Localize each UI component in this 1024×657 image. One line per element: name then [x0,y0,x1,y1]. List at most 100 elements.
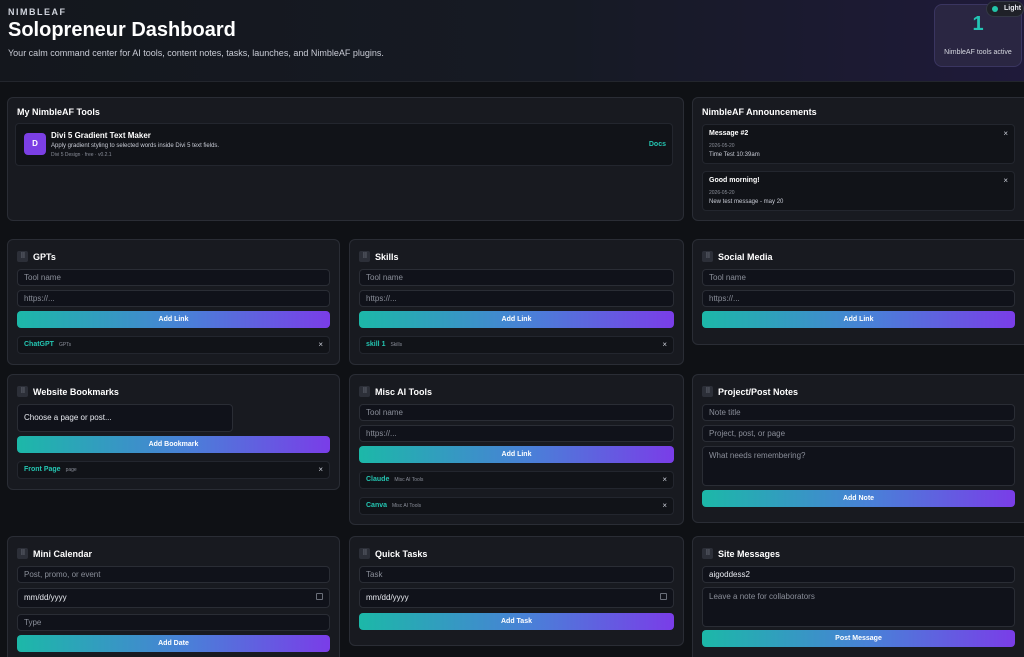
drag-handle-icon[interactable]: ⠿ [17,386,28,397]
announcement-date: 2026-05-20 [709,190,735,196]
misc-ai-tools-card: ⠿ Misc AI Tools Tool name https://... Ad… [349,374,684,525]
announcements-title: NimbleAF Announcements [702,107,817,117]
remove-bookmark-icon[interactable]: × [318,465,323,474]
message-user-input[interactable]: aigoddess2 [702,566,1015,583]
task-date-value: mm/dd/yyyy [366,593,409,602]
gpts-card: ⠿ GPTs Tool name https://... Add Link Ch… [7,239,340,365]
tool-name-input[interactable]: Tool name [359,269,674,286]
skills-card: ⠿ Skills Tool name https://... Add Link … [349,239,684,365]
drag-handle-icon[interactable]: ⠿ [359,386,370,397]
link-item[interactable]: ChatGPT GPTs × [17,336,330,354]
link-name[interactable]: Claude Misc AI Tools [366,476,423,483]
drag-handle-icon[interactable]: ⠿ [17,251,28,262]
quick-tasks-title: Quick Tasks [375,549,428,559]
add-note-button[interactable]: Add Note [702,490,1015,507]
remove-link-icon[interactable]: × [662,501,667,510]
message-textarea[interactable]: Leave a note for collaborators [702,587,1015,627]
add-link-button[interactable]: Add Link [17,311,330,328]
page-title: Solopreneur Dashboard [8,19,236,41]
dismiss-announcement-icon[interactable]: × [1003,129,1008,138]
mini-calendar-title: Mini Calendar [33,549,93,559]
tool-meta: Divi 5 Design · free · v0.2.1 [51,152,112,158]
mini-calendar-card: ⠿ Mini Calendar Post, promo, or event mm… [7,536,340,657]
tool-url-input[interactable]: https://... [359,290,674,307]
announcement-title: Good morning! [709,177,760,184]
link-category: Skills [390,342,403,348]
remove-link-icon[interactable]: × [662,340,667,349]
add-date-button[interactable]: Add Date [17,635,330,652]
website-bookmarks-title: Website Bookmarks [33,387,119,397]
brand-label: NIMBLEAF [8,7,67,17]
link-name[interactable]: skill 1 Skills [366,341,402,348]
misc-ai-tools-title: Misc AI Tools [375,387,433,397]
tool-name: Divi 5 Gradient Text Maker [51,131,151,140]
announcement-body: New test message - may 20 [709,199,784,205]
remove-link-icon[interactable]: × [662,475,667,484]
page-select[interactable]: Choose a page or post... [17,404,233,432]
post-message-button[interactable]: Post Message [702,630,1015,647]
social-media-card: ⠿ Social Media Tool name https://... Add… [692,239,1024,345]
divi-tool-icon: D [24,133,46,155]
project-notes-title: Project/Post Notes [718,387,799,397]
drag-handle-icon[interactable]: ⠿ [359,251,370,262]
site-messages-card: ⠿ Site Messages aigoddess2 Leave a note … [692,536,1024,657]
tool-name-input[interactable]: Tool name [702,269,1015,286]
link-category: Misc AI Tools [394,477,424,483]
bookmark-name[interactable]: Front Page page [24,466,77,473]
add-link-button[interactable]: Add Link [702,311,1015,328]
note-title-input[interactable]: Note title [702,404,1015,421]
note-body-textarea[interactable]: What needs remembering? [702,446,1015,486]
add-task-button[interactable]: Add Task [359,613,674,630]
link-name[interactable]: Canva Misc AI Tools [366,502,421,509]
event-date-input[interactable]: mm/dd/yyyy [17,588,330,608]
add-link-button[interactable]: Add Link [359,446,674,463]
drag-handle-icon[interactable]: ⠿ [17,548,28,559]
tool-url-input[interactable]: https://... [702,290,1015,307]
quick-tasks-card: ⠿ Quick Tasks Task mm/dd/yyyy Add Task [349,536,684,646]
bookmark-item[interactable]: Front Page page × [17,461,330,479]
dashboard-header: NIMBLEAF Solopreneur Dashboard Your calm… [0,0,1024,82]
drag-handle-icon[interactable]: ⠿ [702,386,713,397]
add-bookmark-button[interactable]: Add Bookmark [17,436,330,453]
announcement-date: 2026-05-20 [709,143,735,149]
tool-url-input[interactable]: https://... [359,425,674,442]
tool-row: D Divi 5 Gradient Text Maker Apply gradi… [15,123,673,166]
gpts-title: GPTs [33,252,56,262]
site-messages-title: Site Messages [718,549,781,559]
project-notes-card: ⠿ Project/Post Notes Note title Project,… [692,374,1024,523]
task-date-input[interactable]: mm/dd/yyyy [359,588,674,608]
announcement-item: Message #2 2026-05-20 Time Test 10:39am … [702,124,1015,164]
task-input[interactable]: Task [359,566,674,583]
announcement-item: Good morning! 2026-05-20 New test messag… [702,171,1015,211]
event-date-value: mm/dd/yyyy [24,593,67,602]
calendar-icon[interactable] [316,593,323,600]
drag-handle-icon[interactable]: ⠿ [702,548,713,559]
tool-description: Apply gradient styling to selected words… [51,143,220,149]
link-item[interactable]: Claude Misc AI Tools × [359,471,674,489]
theme-toggle-label: Light [1004,5,1022,12]
tool-url-input[interactable]: https://... [17,290,330,307]
remove-link-icon[interactable]: × [318,340,323,349]
link-name[interactable]: ChatGPT GPTs [24,341,71,348]
link-item[interactable]: Canva Misc AI Tools × [359,497,674,515]
tool-docs-link[interactable]: Docs [649,141,666,148]
announcements-card: NimbleAF Announcements Message #2 2026-0… [692,97,1024,221]
theme-toggle-button[interactable]: Light [986,1,1024,17]
note-project-input[interactable]: Project, post, or page [702,425,1015,442]
page-subtitle: Your calm command center for AI tools, c… [8,48,384,58]
calendar-icon[interactable] [660,593,667,600]
website-bookmarks-card: ⠿ Website Bookmarks Choose a page or pos… [7,374,340,490]
event-input[interactable]: Post, promo, or event [17,566,330,583]
tool-name-input[interactable]: Tool name [359,404,674,421]
dismiss-announcement-icon[interactable]: × [1003,176,1008,185]
drag-handle-icon[interactable]: ⠿ [702,251,713,262]
tool-name-input[interactable]: Tool name [17,269,330,286]
drag-handle-icon[interactable]: ⠿ [359,548,370,559]
my-tools-title: My NimbleAF Tools [17,107,100,117]
event-type-input[interactable]: Type [17,614,330,631]
skills-title: Skills [375,252,399,262]
active-tools-label: NimbleAF tools active [944,49,1012,56]
link-item[interactable]: skill 1 Skills × [359,336,674,354]
bookmark-category: page [65,467,77,473]
add-link-button[interactable]: Add Link [359,311,674,328]
